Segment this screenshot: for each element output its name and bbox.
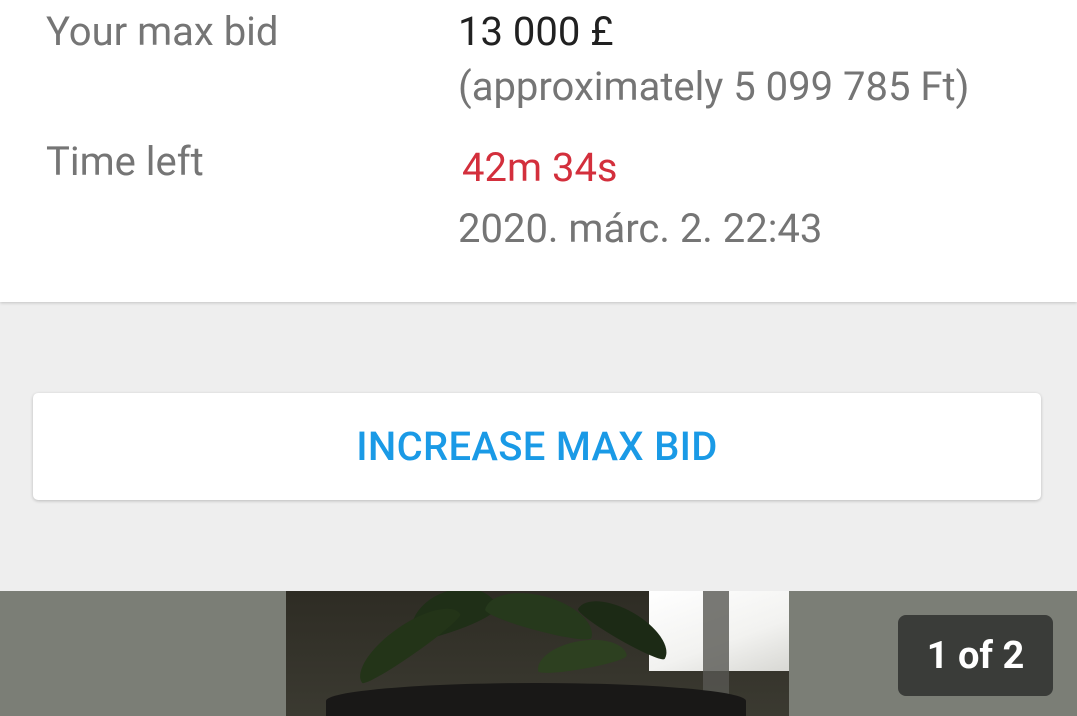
item-photo[interactable] — [286, 591, 789, 716]
image-counter-badge: 1 of 2 — [898, 615, 1053, 696]
plant-leaf — [348, 594, 464, 688]
increase-max-bid-label: INCREASE MAX BID — [356, 423, 718, 470]
max-bid-value: 13 000 £ — [458, 8, 614, 55]
increase-max-bid-button[interactable]: INCREASE MAX BID — [33, 393, 1041, 500]
max-bid-approx: (approximately 5 099 785 Ft) — [458, 63, 970, 110]
time-left-value: 42m 34s — [462, 144, 618, 191]
max-bid-label: Your max bid — [46, 8, 279, 55]
plant-pot — [326, 683, 746, 716]
time-left-label: Time left — [46, 138, 204, 185]
bid-details-card: Your max bid 13 000 £ (approximately 5 0… — [0, 0, 1077, 302]
auction-end-date: 2020. márc. 2. 22:43 — [458, 205, 823, 252]
plant-leaf — [534, 633, 628, 677]
image-counter-text: 1 of 2 — [926, 633, 1025, 678]
plant-leaf — [483, 591, 599, 645]
